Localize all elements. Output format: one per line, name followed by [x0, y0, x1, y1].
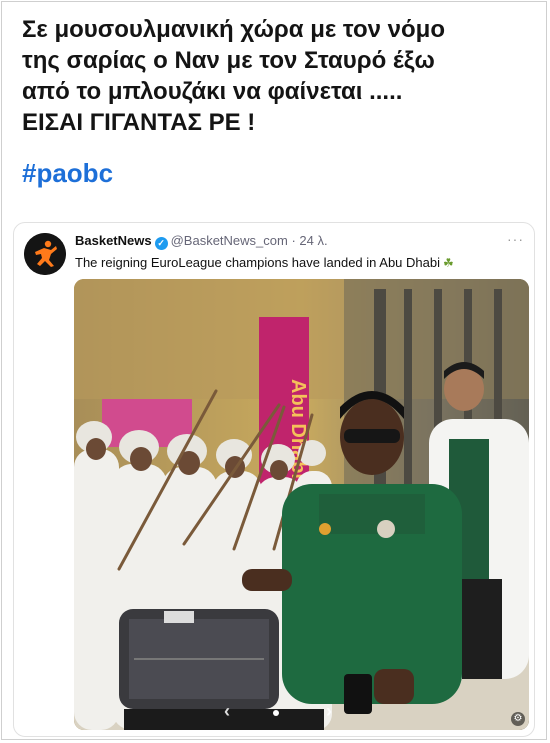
tweet-media-photo[interactable]: Abu Dhabi ‹ › ⚙	[74, 279, 529, 730]
more-options-icon[interactable]: ···	[507, 231, 524, 247]
basketnews-logo-icon	[24, 233, 66, 275]
basketnews-avatar[interactable]	[24, 233, 66, 275]
tweet-text-body: The reigning EuroLeague champions have l…	[75, 255, 440, 270]
post-text-line: ΕΙΣΑΙ ΓΙΓΑΝΤΑΣ ΡΕ !	[22, 109, 256, 136]
embedded-tweet-card[interactable]: BasketNews ✓ @BasketNews_com · 24 λ. ··· T…	[13, 222, 535, 737]
account-name[interactable]: BasketNews	[75, 233, 152, 248]
tweet-timestamp[interactable]: · 24 λ.	[291, 233, 327, 248]
post-text-line: Σε μουσουλμανική χώρα με τον νόμο	[22, 16, 445, 43]
hashtag-link[interactable]: #paobc	[22, 158, 113, 189]
verified-badge-icon: ✓	[154, 237, 168, 250]
carousel-prev-icon[interactable]: ‹	[224, 701, 230, 722]
tweet-author-row: BasketNews ✓ @BasketNews_com · 24 λ.	[75, 233, 328, 250]
post-text: Σε μουσουλμανική χώρα με τον νόμο της σα…	[22, 14, 532, 138]
carousel-next-icon[interactable]: ›	[326, 701, 332, 722]
shamrock-emoji-icon: ☘	[442, 256, 454, 270]
team-arrival-photo: Abu Dhabi	[74, 279, 529, 730]
carousel-dot[interactable]	[273, 710, 279, 716]
post-text-line: από το μπλουζάκι να φαίνεται .....	[22, 78, 403, 105]
post-text-line: της σαρίας ο Ναν με τον Σταυρό έξω	[22, 47, 435, 74]
tweet-text: The reigning EuroLeague champions have l…	[75, 255, 454, 270]
gear-icon[interactable]: ⚙	[511, 712, 525, 726]
account-handle[interactable]: @BasketNews_com	[171, 233, 288, 248]
